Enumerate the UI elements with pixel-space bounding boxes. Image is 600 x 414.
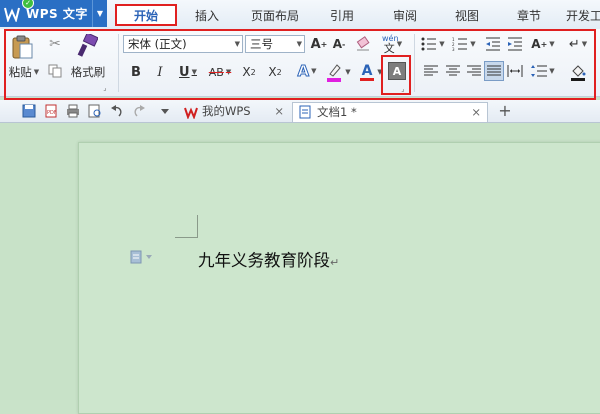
tab-review[interactable]: 审阅 <box>384 5 426 27</box>
divider <box>414 34 415 92</box>
chevron-down-icon: ▼ <box>296 40 302 48</box>
tab-page-layout[interactable]: 页面布局 <box>242 5 308 27</box>
bold-icon[interactable]: B <box>128 63 144 81</box>
chevron-down-icon: ▼ <box>234 40 240 48</box>
font-name-select[interactable]: 宋体 (正文) ▼ <box>123 35 243 53</box>
wps-home-icon <box>184 107 198 119</box>
tab-references[interactable]: 引用 <box>322 5 362 27</box>
paragraph-text: 九年义务教育阶段 <box>198 251 330 270</box>
chevron-down-icon[interactable]: ▼ <box>192 68 197 76</box>
divider <box>118 34 119 92</box>
chevron-down-icon[interactable]: ▼ <box>549 40 554 48</box>
distributed-align-icon[interactable] <box>506 63 524 79</box>
tab-insert[interactable]: 插入 <box>186 5 228 27</box>
print-preview-icon[interactable] <box>88 104 102 118</box>
close-icon[interactable]: × <box>274 102 284 120</box>
highlight-color-swatch <box>327 78 342 82</box>
svg-text:3: 3 <box>452 47 455 51</box>
tab-home[interactable]: 开始 <box>115 4 177 26</box>
doc-tab-label: 我的WPS <box>202 104 251 118</box>
document-icon <box>299 105 311 119</box>
text-effect-icon[interactable]: A ▼ <box>294 61 320 81</box>
doc-tab-my-wps[interactable]: 我的WPS × <box>178 102 290 122</box>
tab-view[interactable]: 视图 <box>446 5 488 27</box>
page-corner-mark <box>175 215 198 238</box>
close-icon[interactable]: × <box>471 103 481 121</box>
character-shading-icon[interactable]: A <box>388 62 406 80</box>
chevron-down-icon[interactable]: ▼ <box>470 40 475 48</box>
quick-access-chevron-down-icon[interactable] <box>160 104 170 118</box>
highlight-color-icon[interactable]: ▼ <box>324 61 352 83</box>
paste-button[interactable]: 粘贴 ▼ <box>4 64 44 80</box>
doc-tab-document1[interactable]: 文档1 * × <box>292 102 488 122</box>
menu-bar: ✓ WPS 文字 ▼ 开始 插入 页面布局 引用 审阅 视图 章节 开发工 <box>0 0 600 30</box>
cut-icon[interactable]: ✂ <box>46 35 64 53</box>
numbered-list-icon[interactable]: 123 ▼ <box>450 35 478 53</box>
chevron-down-icon[interactable]: ▼ <box>582 40 587 48</box>
font-name-value: 宋体 (正文) <box>128 37 187 51</box>
clear-format-icon[interactable] <box>354 35 372 53</box>
app-title: WPS 文字 <box>26 7 88 21</box>
bullet-list-icon[interactable]: ▼ <box>420 35 446 53</box>
tab-chapter[interactable]: 章节 <box>508 5 550 27</box>
chevron-down-icon[interactable]: ▼ <box>345 68 350 76</box>
chevron-down-icon[interactable]: ▼ <box>549 67 554 75</box>
tab-developer[interactable]: 开发工 <box>566 5 600 27</box>
copy-icon[interactable] <box>46 62 64 80</box>
shading-fill-swatch <box>571 77 585 81</box>
strikethrough-icon[interactable]: AB ▼ <box>206 63 234 81</box>
align-center-icon[interactable] <box>445 63 461 79</box>
italic-icon[interactable]: I <box>152 63 168 81</box>
document-tab-bar: PDF 我的WPS × 文档1 * × + <box>0 100 600 123</box>
print-icon[interactable] <box>66 104 80 118</box>
document-page[interactable] <box>78 142 600 414</box>
clipboard-dialog-launcher-icon[interactable]: ⌟ <box>101 84 109 92</box>
shading-fill-icon[interactable] <box>564 61 592 83</box>
undo-icon[interactable] <box>110 104 124 118</box>
decrease-indent-icon[interactable] <box>484 35 502 53</box>
line-spacing-icon[interactable]: ▼ <box>530 63 556 79</box>
font-color-swatch <box>360 77 374 81</box>
phonetic-guide-icon[interactable]: wén 文 ▼ <box>380 34 406 55</box>
font-dialog-launcher-icon[interactable]: ⌟ <box>399 85 407 93</box>
redo-icon[interactable] <box>132 104 146 118</box>
increase-indent-icon[interactable] <box>506 35 524 53</box>
paste-icon[interactable] <box>8 33 36 61</box>
font-size-select[interactable]: 三号 ▼ <box>245 35 305 53</box>
underline-icon[interactable]: U ▼ <box>176 63 200 81</box>
paragraph-mark: ↵ <box>330 256 340 269</box>
shrink-font-icon[interactable]: A- <box>330 35 348 53</box>
chevron-down-icon[interactable]: ▼ <box>439 40 444 48</box>
document-body-text[interactable]: 九年义务教育阶段↵ <box>198 247 339 271</box>
chevron-down-icon[interactable]: ▼ <box>311 67 316 75</box>
justify-icon[interactable] <box>484 61 504 81</box>
paste-label: 粘贴 <box>8 65 32 79</box>
align-right-icon[interactable] <box>466 63 482 79</box>
save-icon[interactable] <box>22 104 36 118</box>
chevron-down-icon[interactable]: ▼ <box>226 68 231 76</box>
chevron-down-icon[interactable]: ▼ <box>92 0 107 27</box>
new-tab-plus-icon[interactable]: + <box>496 100 514 122</box>
svg-text:PDF: PDF <box>47 110 57 116</box>
paragraph-layout-icon[interactable] <box>130 250 154 264</box>
format-painter-button[interactable]: 格式刷 <box>68 64 108 80</box>
font-size-value: 三号 <box>250 37 273 51</box>
align-left-icon[interactable] <box>423 63 439 79</box>
format-painter-icon[interactable] <box>74 33 100 59</box>
subscript-icon[interactable]: X2 <box>266 63 284 81</box>
app-menu-button[interactable]: ✓ WPS 文字 ▼ <box>0 0 107 27</box>
chevron-down-icon[interactable]: ▼ <box>34 68 39 76</box>
superscript-icon[interactable]: X2 <box>240 63 258 81</box>
doc-tab-label: 文档1 * <box>317 105 357 119</box>
export-pdf-icon[interactable]: PDF <box>44 104 58 118</box>
paragraph-mark-icon[interactable]: ↵ ▼ <box>566 35 590 53</box>
grow-font-icon[interactable]: A + <box>310 35 328 53</box>
wps-logo-icon <box>4 6 20 22</box>
change-case-icon[interactable]: A + ▼ <box>530 35 556 53</box>
